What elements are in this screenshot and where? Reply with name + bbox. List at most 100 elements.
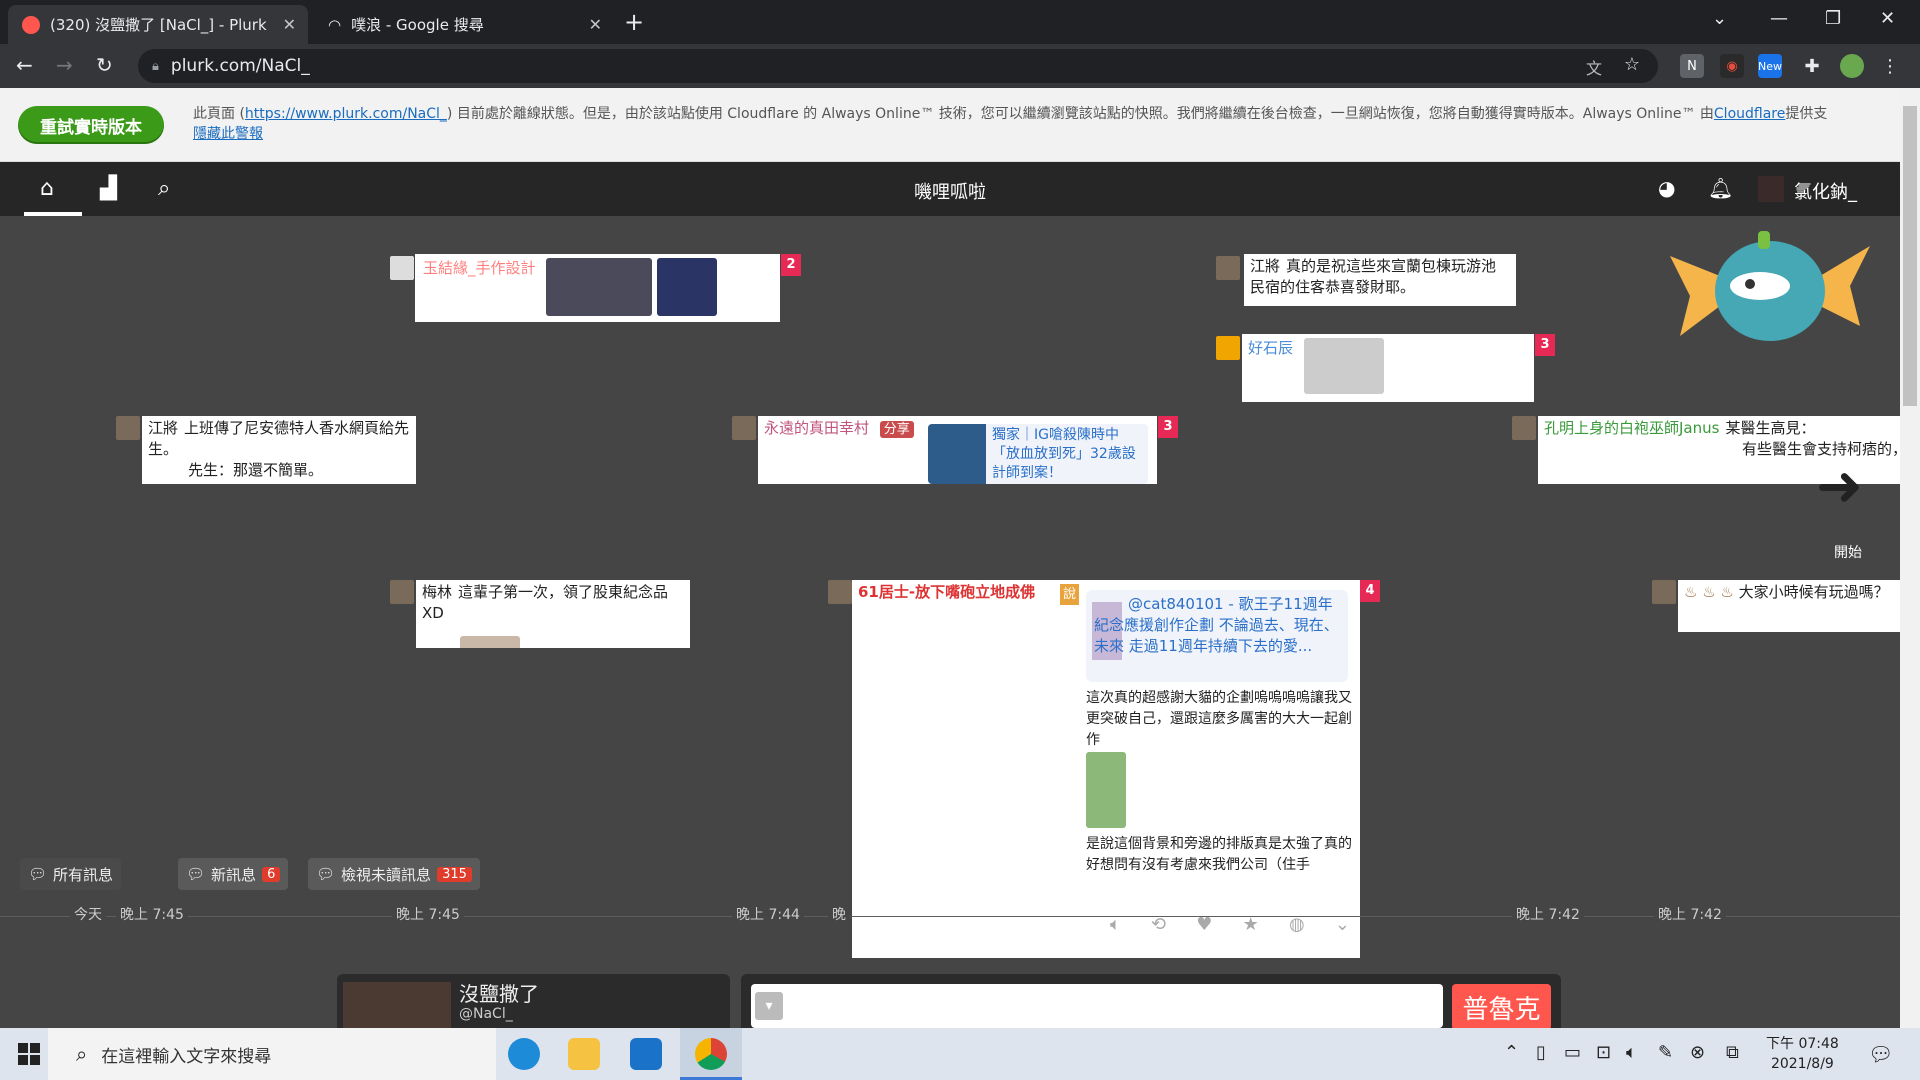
- response-count-badge[interactable]: 4: [1360, 580, 1380, 602]
- hide-alert-link[interactable]: 隱藏此警報: [193, 126, 263, 142]
- plurk-card[interactable]: 永遠的真田幸村 分享 獨家｜IG嗆殺陳時中「放血放到死」32歲設計師到案！: [758, 416, 1157, 484]
- avatar[interactable]: [1512, 416, 1536, 440]
- plurk-author[interactable]: 好石辰: [1248, 339, 1293, 357]
- plurk-author[interactable]: 江將: [148, 419, 178, 437]
- image-thumbnail[interactable]: [460, 636, 520, 648]
- plurk-card[interactable]: 江將 真的是祝這些來宣蘭包棟玩游池民宿的住客恭喜發財耶。: [1244, 254, 1516, 306]
- minimize-icon[interactable]: —: [1770, 8, 1788, 29]
- plurk-author[interactable]: 玉結緣_手作設計: [423, 259, 536, 277]
- taskbar-search-box[interactable]: ⌕ 在這裡輸入文字來搜尋: [48, 1028, 496, 1080]
- gift-icon[interactable]: ◍: [1289, 914, 1305, 935]
- filter-all-messages[interactable]: 💬︎ 所有訊息: [20, 858, 122, 890]
- volume-icon[interactable]: 🔈︎: [1626, 1042, 1637, 1063]
- link-preview[interactable]: 獨家｜IG嗆殺陳時中「放血放到死」32歲設計師到案！: [928, 424, 1148, 484]
- cloudflare-link[interactable]: Cloudflare: [1714, 106, 1785, 122]
- plurk-card[interactable]: 玉結緣_手作設計: [415, 254, 780, 322]
- address-bar[interactable]: 🔒︎ plurk.com/NaCl_ 文 ☆: [138, 49, 1658, 83]
- mail-icon[interactable]: [630, 1038, 662, 1070]
- chrome-taskbar-button[interactable]: [680, 1028, 742, 1080]
- avatar[interactable]: [116, 416, 140, 440]
- time-label: 晚上 7:42: [1654, 904, 1726, 924]
- plurk-author[interactable]: 永遠的真田幸村: [764, 419, 869, 437]
- response-count-badge[interactable]: 3: [1158, 416, 1178, 438]
- battery-icon[interactable]: ▭: [1564, 1042, 1581, 1063]
- close-tab-icon[interactable]: ✕: [283, 15, 296, 34]
- karma-icon[interactable]: ◕: [1658, 176, 1675, 200]
- plurk-card-expanded[interactable]: 61居士-放下嘴砲立地成佛 說 @cat840101 - 歌王子11週年紀念應援…: [852, 580, 1360, 958]
- translate-icon[interactable]: 文: [1586, 55, 1602, 79]
- favorite-star-icon[interactable]: ★: [1243, 914, 1259, 935]
- windows-start-icon[interactable]: [18, 1043, 40, 1065]
- tray-device-icon[interactable]: ▯: [1536, 1042, 1546, 1063]
- file-explorer-icon[interactable]: [568, 1038, 600, 1070]
- forward-icon[interactable]: →: [56, 53, 73, 77]
- submit-plurk-button[interactable]: 普魯克: [1452, 984, 1551, 1030]
- image-thumbnail[interactable]: [1303, 338, 1384, 394]
- tray-status-icon[interactable]: ⊗: [1690, 1042, 1705, 1063]
- retry-live-button[interactable]: 重試實時版本: [18, 106, 164, 144]
- extension-record-icon[interactable]: ◉: [1720, 54, 1744, 78]
- image-thumbnail[interactable]: [546, 258, 653, 316]
- replurk-icon[interactable]: ⟲: [1151, 914, 1166, 935]
- username[interactable]: 氯化鈉_: [1794, 178, 1857, 204]
- bookmark-star-icon[interactable]: ☆: [1624, 54, 1640, 75]
- pen-icon[interactable]: ✎: [1658, 1042, 1673, 1063]
- avatar[interactable]: [732, 416, 756, 440]
- system-clock[interactable]: 下午 07:48 2021/8/9: [1766, 1034, 1839, 1074]
- tab-search-icon[interactable]: ⌄: [1712, 8, 1727, 29]
- new-count-badge: 6: [262, 866, 281, 882]
- avatar[interactable]: [390, 256, 414, 280]
- scrollbar-thumb[interactable]: [1903, 106, 1917, 406]
- notifications-icon[interactable]: 💬︎: [1868, 1042, 1893, 1066]
- plurk-card[interactable]: 好石辰: [1242, 334, 1534, 402]
- mute-icon[interactable]: 🔈︎: [1110, 914, 1121, 935]
- edge-browser-icon[interactable]: [508, 1038, 540, 1070]
- plurk-author[interactable]: 61居士-放下嘴砲立地成佛: [858, 583, 1035, 601]
- network-icon[interactable]: ⊡: [1596, 1042, 1611, 1063]
- profile-avatar-icon[interactable]: [1840, 54, 1864, 78]
- tray-chevron-icon[interactable]: ⌃: [1504, 1042, 1519, 1063]
- window-close-icon[interactable]: ✕: [1880, 8, 1895, 29]
- back-icon[interactable]: ←: [16, 53, 33, 77]
- start-label[interactable]: 開始: [1834, 542, 1862, 562]
- qualifier-dropdown-icon[interactable]: ▾: [755, 992, 783, 1020]
- extension-new-icon[interactable]: New: [1758, 54, 1782, 78]
- extensions-puzzle-icon[interactable]: ✚: [1800, 54, 1824, 78]
- tab-google-search[interactable]: ◠ 噗浪 - Google 搜尋 ✕: [314, 5, 614, 44]
- compose-input[interactable]: ▾: [751, 984, 1443, 1028]
- plurk-card[interactable]: ♨ ♨ ♨ 大家小時候有玩過嗎？: [1678, 580, 1900, 632]
- user-avatar[interactable]: [1758, 176, 1784, 202]
- plurk-card[interactable]: 梅林 這輩子第一次，領了股東紀念品XD: [416, 580, 690, 648]
- reload-icon[interactable]: ↻: [96, 53, 113, 77]
- maximize-icon[interactable]: ❐: [1825, 8, 1841, 29]
- image-thumbnail[interactable]: [657, 258, 718, 316]
- extension-n-icon[interactable]: N: [1680, 54, 1704, 78]
- new-tab-button[interactable]: +: [624, 8, 644, 36]
- plurk-author[interactable]: 江將: [1250, 257, 1280, 275]
- avatar[interactable]: [828, 580, 852, 604]
- like-heart-icon[interactable]: ♥: [1196, 914, 1212, 935]
- link-preview[interactable]: @cat840101 - 歌王子11週年紀念應援創作企劃 不論過去、現在、未來 …: [1086, 590, 1348, 682]
- more-chevron-icon[interactable]: ⌄: [1335, 914, 1350, 935]
- filter-unread-messages[interactable]: 💬︎ 檢視未讀訊息 315: [308, 858, 480, 890]
- response-count-badge[interactable]: 2: [781, 254, 801, 276]
- windows-taskbar: ⌕ 在這裡輸入文字來搜尋 ⌃ ▯ ▭ ⊡ 🔈︎ ✎ ⊗ ⧉ 下午 07:48 2…: [0, 1028, 1920, 1080]
- plurk-card[interactable]: 江將 上班傳了尼安德特人香水網頁給先生。 先生：那還不簡單。: [142, 416, 416, 484]
- avatar[interactable]: [1216, 336, 1240, 360]
- my-profile-card[interactable]: 沒鹽撒了 @NaCl_: [337, 974, 730, 1034]
- image-thumbnail[interactable]: [1086, 752, 1126, 828]
- filter-new-messages[interactable]: 💬︎ 新訊息 6: [178, 858, 289, 890]
- avatar[interactable]: [390, 580, 414, 604]
- avatar[interactable]: [1216, 256, 1240, 280]
- offline-page-link[interactable]: https://www.plurk.com/NaCl_: [245, 106, 447, 122]
- tab-plurk[interactable]: (320) 沒鹽撒了 [NaCl_] - Plurk ✕: [8, 5, 308, 44]
- chrome-menu-icon[interactable]: ⋮: [1878, 54, 1902, 78]
- next-arrow-icon[interactable]: ➜: [1816, 459, 1886, 515]
- tray-window-icon[interactable]: ⧉: [1726, 1042, 1739, 1063]
- notification-bell-icon[interactable]: 🔔︎: [1708, 176, 1733, 200]
- response-count-badge[interactable]: 3: [1535, 334, 1555, 356]
- avatar[interactable]: [1652, 580, 1676, 604]
- close-tab-icon[interactable]: ✕: [589, 15, 602, 34]
- plurk-author[interactable]: 梅林: [422, 583, 452, 601]
- plurk-author[interactable]: 孔明上身的白袍巫師Janus: [1544, 419, 1719, 437]
